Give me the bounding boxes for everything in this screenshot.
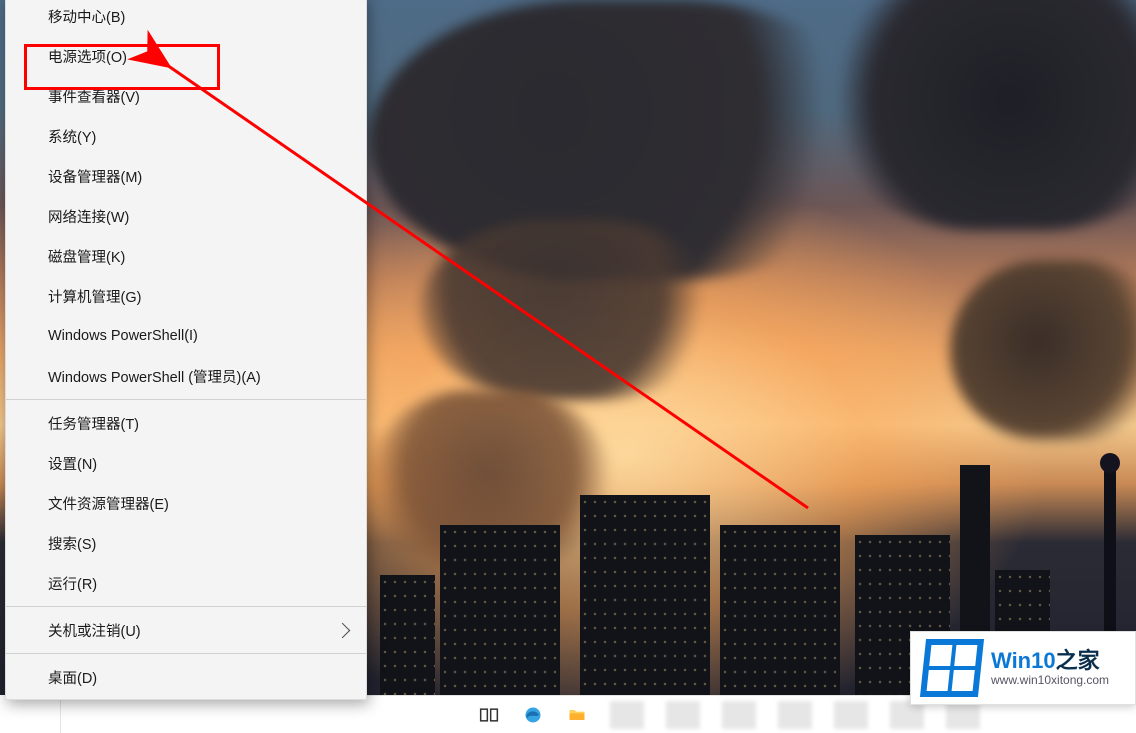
watermark-badge: Win10之家 www.win10xitong.com: [910, 631, 1136, 705]
task-view-icon[interactable]: [478, 704, 500, 726]
menu-separator: [6, 399, 366, 400]
menu-item-file-explorer[interactable]: 文件资源管理器(E): [6, 483, 366, 523]
menu-item-label: Windows PowerShell (管理员)(A): [48, 366, 261, 387]
menu-item-system[interactable]: 系统(Y): [6, 116, 366, 156]
taskbar-left-edge: [0, 695, 61, 733]
menu-item-network-connections[interactable]: 网络连接(W): [6, 196, 366, 236]
edge-icon[interactable]: [522, 704, 544, 726]
menu-item-task-manager[interactable]: 任务管理器(T): [6, 403, 366, 443]
taskbar-app-placeholder[interactable]: [834, 701, 868, 729]
menu-item-label: 磁盘管理(K): [48, 246, 125, 267]
menu-item-disk-management[interactable]: 磁盘管理(K): [6, 236, 366, 276]
windows-logo-icon: [920, 639, 984, 697]
menu-item-label: 设备管理器(M): [48, 166, 142, 187]
file-explorer-icon[interactable]: [566, 704, 588, 726]
menu-item-label: 电源选项(O): [48, 46, 127, 67]
menu-separator: [6, 606, 366, 607]
menu-item-label: 网络连接(W): [48, 206, 129, 227]
menu-item-label: 搜索(S): [48, 533, 96, 554]
menu-item-search[interactable]: 搜索(S): [6, 523, 366, 563]
menu-separator: [6, 653, 366, 654]
menu-item-event-viewer[interactable]: 事件查看器(V): [6, 76, 366, 116]
menu-item-label: 桌面(D): [48, 667, 97, 688]
menu-item-label: 设置(N): [48, 453, 97, 474]
menu-item-label: 运行(R): [48, 573, 97, 594]
menu-item-label: 系统(Y): [48, 126, 96, 147]
taskbar-app-placeholder[interactable]: [722, 701, 756, 729]
menu-item-powershell[interactable]: Windows PowerShell(I): [6, 316, 366, 356]
taskbar-app-placeholder[interactable]: [610, 701, 644, 729]
menu-item-run[interactable]: 运行(R): [6, 563, 366, 603]
menu-item-power-options[interactable]: 电源选项(O): [6, 36, 366, 76]
taskbar-app-placeholder[interactable]: [666, 701, 700, 729]
taskbar-app-placeholder[interactable]: [778, 701, 812, 729]
menu-item-shutdown-signout[interactable]: 关机或注销(U): [6, 610, 366, 650]
menu-item-computer-management[interactable]: 计算机管理(G): [6, 276, 366, 316]
winx-context-menu: 移动中心(B) 电源选项(O) 事件查看器(V) 系统(Y) 设备管理器(M) …: [5, 0, 367, 700]
menu-item-powershell-admin[interactable]: Windows PowerShell (管理员)(A): [6, 356, 366, 396]
taskbar-pinned-apps: [478, 701, 980, 729]
menu-item-label: 任务管理器(T): [48, 413, 139, 434]
menu-item-label: Windows PowerShell(I): [48, 328, 198, 344]
menu-item-desktop[interactable]: 桌面(D): [6, 657, 366, 697]
menu-item-settings[interactable]: 设置(N): [6, 443, 366, 483]
menu-item-label: 文件资源管理器(E): [48, 493, 169, 514]
menu-item-mobility-center[interactable]: 移动中心(B): [6, 0, 366, 36]
watermark-title: Win10之家: [991, 648, 1109, 673]
submenu-chevron-icon: [335, 622, 351, 638]
menu-item-device-manager[interactable]: 设备管理器(M): [6, 156, 366, 196]
menu-item-label: 移动中心(B): [48, 6, 125, 27]
menu-item-label: 关机或注销(U): [48, 620, 141, 641]
watermark-url: www.win10xitong.com: [991, 674, 1109, 688]
menu-item-label: 事件查看器(V): [48, 86, 140, 107]
menu-item-label: 计算机管理(G): [48, 286, 141, 307]
